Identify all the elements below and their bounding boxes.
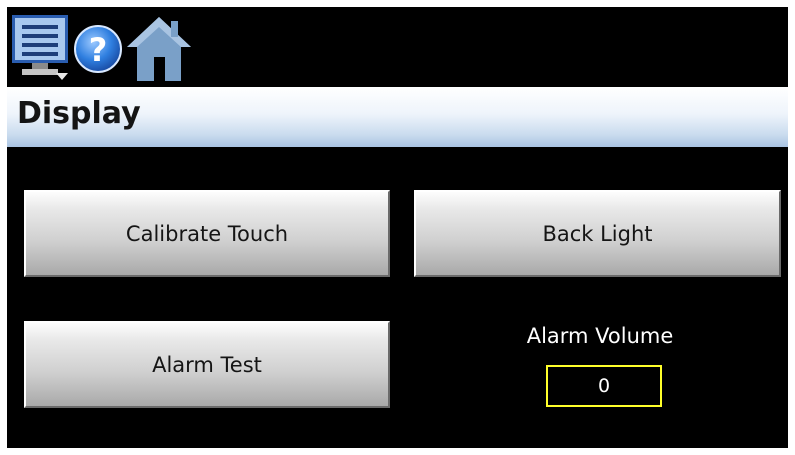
home-icon[interactable]	[125, 11, 193, 87]
calibrate-touch-button[interactable]: Calibrate Touch	[24, 190, 390, 277]
toolbar: ?	[7, 7, 788, 85]
page-title: Display	[17, 96, 141, 131]
alarm-test-button[interactable]: Alarm Test	[24, 321, 390, 408]
monitor-menu-icon[interactable]	[10, 11, 70, 87]
alarm-volume-field[interactable]: 0	[546, 365, 662, 407]
title-bar: Display	[7, 87, 788, 147]
alarm-volume-label: Alarm Volume	[526, 324, 674, 348]
display-screen: ? Display Calibrate Touch Back Light Ala…	[7, 7, 788, 448]
help-icon[interactable]: ?	[73, 11, 123, 87]
svg-text:?: ?	[89, 31, 108, 69]
back-light-button[interactable]: Back Light	[414, 190, 781, 277]
